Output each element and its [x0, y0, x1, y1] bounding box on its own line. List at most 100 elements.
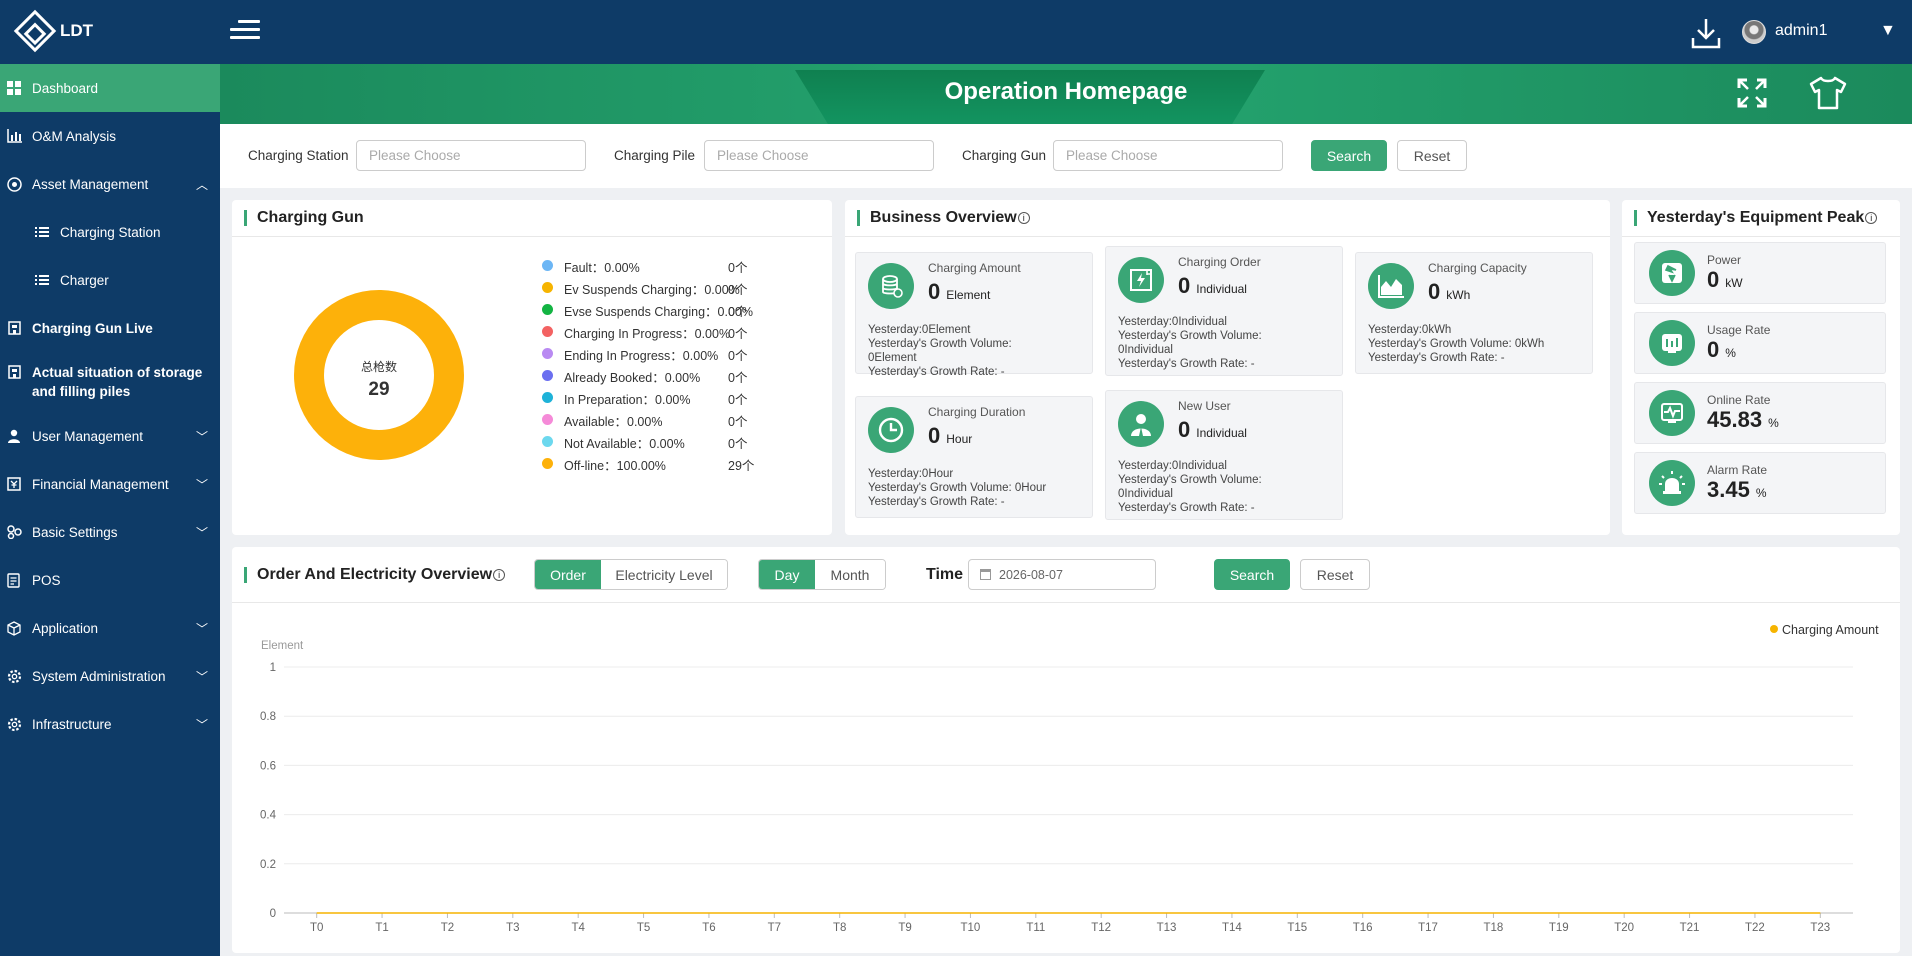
- order-electricity-panel: Order And Electricity Overview i Order El…: [232, 547, 1900, 953]
- legend-item[interactable]: Fault：0.00% 0个: [542, 256, 772, 278]
- legend-dot: [542, 392, 553, 403]
- legend-dot: [542, 282, 553, 293]
- card-value: 0 Hour: [928, 423, 973, 448]
- legend-item[interactable]: Ev Suspends Charging：0.00% 0个: [542, 278, 772, 300]
- legend-item[interactable]: Evse Suspends Charging：0.00% 0个: [542, 300, 772, 322]
- card-label: Online Rate: [1707, 393, 1771, 407]
- x-tick-label: T22: [1745, 922, 1765, 934]
- donut-label: 总枪数: [360, 360, 397, 374]
- legend-item[interactable]: Already Booked：0.00% 0个: [542, 366, 772, 388]
- sidebar-item-label: Infrastructure: [32, 716, 112, 732]
- area-chart-icon: [1368, 263, 1414, 309]
- reset-button[interactable]: Reset: [1397, 140, 1467, 171]
- pile-select[interactable]: Please Choose: [704, 140, 934, 171]
- legend-count: 0个: [728, 261, 748, 275]
- legend-count: 29个: [728, 459, 755, 473]
- chart-legend[interactable]: Charging Amount: [1770, 623, 1879, 637]
- card-value: 45.83%: [1707, 407, 1779, 432]
- station-select[interactable]: Please Choose: [356, 140, 586, 171]
- sidebar-item-basic-settings[interactable]: Basic Settings ﹀: [0, 508, 220, 556]
- legend-count: 0个: [728, 371, 748, 385]
- legend-label: Ending In Progress：0.00%: [564, 349, 719, 363]
- legend-item[interactable]: In Preparation：0.00% 0个: [542, 388, 772, 410]
- logo[interactable]: LDT: [13, 9, 93, 53]
- legend-label: Charging In Progress：0.00%: [564, 327, 731, 341]
- legend-item[interactable]: Not Available：0.00% 0个: [542, 432, 772, 454]
- sidebar-item-system-administration[interactable]: System Administration ﹀: [0, 652, 220, 700]
- sidebar-item-charger[interactable]: Charger: [0, 256, 220, 304]
- card-details: Yesterday:0Individual Yesterday's Growth …: [1118, 315, 1308, 371]
- card-label: Alarm Rate: [1707, 463, 1768, 477]
- card-detail-line: Yesterday's Growth Volume: 0Element: [868, 338, 1012, 364]
- order-icon: [1118, 257, 1164, 303]
- card-details: Yesterday:0Individual Yesterday's Growth …: [1118, 459, 1308, 515]
- sidebar-item-label: O&M Analysis: [32, 128, 117, 144]
- gun-select[interactable]: Please Choose: [1053, 140, 1283, 171]
- sidebar-item-dashboard[interactable]: Dashboard: [0, 64, 220, 112]
- usage-icon: [1649, 320, 1695, 366]
- x-tick-label: T13: [1157, 922, 1177, 934]
- info-icon[interactable]: i: [1017, 212, 1030, 224]
- sidebar-item-asset-management[interactable]: Asset Management ︿: [0, 160, 220, 208]
- sidebar-item-pos[interactable]: POS: [0, 556, 220, 604]
- sidebar-item-charging-gun-live[interactable]: Charging Gun Live: [0, 304, 220, 352]
- sidebar-item-financial-management[interactable]: Financial Management ﹀: [0, 460, 220, 508]
- avatar[interactable]: [1742, 20, 1766, 44]
- card-unit: %: [1725, 346, 1736, 360]
- building-icon: [6, 364, 22, 380]
- theme-shirt-icon[interactable]: [1808, 76, 1848, 110]
- card-unit: Hour: [946, 432, 973, 446]
- sidebar-item-label: Basic Settings: [32, 524, 118, 540]
- legend-dot: [542, 304, 553, 315]
- date-picker[interactable]: 2026-08-07: [968, 559, 1156, 590]
- sidebar-item-storage-filling-piles[interactable]: Actual situation of storage and filling …: [0, 352, 220, 412]
- sidebar-item-charging-station[interactable]: Charging Station: [0, 208, 220, 256]
- x-tick-label: T7: [768, 922, 781, 934]
- caret-down-icon[interactable]: ▼: [1880, 22, 1896, 40]
- card-unit: Individual: [1196, 282, 1247, 296]
- tab-month[interactable]: Month: [815, 560, 885, 589]
- menu-toggle-icon[interactable]: [230, 20, 260, 44]
- legend-item[interactable]: Ending In Progress：0.00% 0个: [542, 344, 772, 366]
- sidebar-item-om-analysis[interactable]: O&M Analysis: [0, 112, 220, 160]
- legend-item[interactable]: Available：0.00% 0个: [542, 410, 772, 432]
- x-tick-label: T18: [1484, 922, 1504, 934]
- filter-bar: Charging Station Please Choose Charging …: [220, 124, 1912, 188]
- x-tick-label: T0: [310, 922, 323, 934]
- card-detail-line: Yesterday's Growth Rate: -: [868, 496, 1005, 508]
- legend-item[interactable]: Charging In Progress：0.00% 0个: [542, 322, 772, 344]
- legend-dot: [542, 458, 553, 469]
- chart-search-button[interactable]: Search: [1214, 559, 1290, 590]
- sidebar-item-label: System Administration: [32, 668, 166, 684]
- x-tick-label: T21: [1680, 922, 1700, 934]
- card-value: 0 kW: [1707, 267, 1743, 292]
- fullscreen-icon[interactable]: [1737, 78, 1767, 108]
- settings-icon: [6, 524, 22, 540]
- page-title: Operation Homepage: [944, 78, 1188, 105]
- download-icon[interactable]: [1690, 16, 1722, 50]
- info-icon[interactable]: i: [1865, 212, 1878, 224]
- x-tick-label: T16: [1353, 922, 1373, 934]
- chevron-down-icon: ﹀: [196, 429, 209, 444]
- x-tick-label: T9: [898, 922, 911, 934]
- panel-title: Charging Gun: [244, 210, 364, 226]
- info-icon[interactable]: i: [493, 569, 506, 581]
- sidebar-item-user-management[interactable]: User Management ﹀: [0, 412, 220, 460]
- user-icon: [6, 428, 22, 444]
- legend-label: Evse Suspends Charging：0.00%: [564, 305, 754, 319]
- legend-item[interactable]: Off-line：100.00% 29个: [542, 454, 772, 476]
- legend-label: Ev Suspends Charging：0.00%: [564, 283, 740, 297]
- tab-day[interactable]: Day: [759, 560, 815, 589]
- legend-count: 0个: [728, 393, 748, 407]
- x-tick-label: T17: [1418, 922, 1438, 934]
- tab-order[interactable]: Order: [535, 560, 601, 589]
- card-unit: Element: [946, 288, 991, 302]
- sidebar-item-infrastructure[interactable]: Infrastructure ﹀: [0, 700, 220, 748]
- card-details: Yesterday:0kWh Yesterday's Growth Volume:…: [1368, 323, 1558, 365]
- chart-reset-button[interactable]: Reset: [1300, 559, 1370, 590]
- tab-electricity-level[interactable]: Electricity Level: [601, 560, 727, 589]
- card-value: 0 Individual: [1178, 417, 1247, 442]
- sidebar-item-application[interactable]: Application ﹀: [0, 604, 220, 652]
- search-button[interactable]: Search: [1311, 140, 1387, 171]
- user-name[interactable]: admin1: [1775, 22, 1827, 40]
